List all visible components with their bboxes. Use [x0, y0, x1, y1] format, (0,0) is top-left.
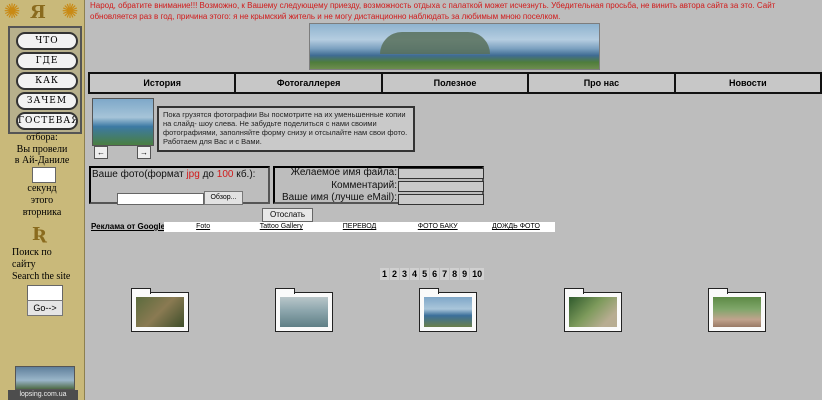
rune-logo-icon: Я [30, 2, 46, 23]
folder-tab [564, 288, 584, 294]
nav-useful[interactable]: Полезное [380, 72, 530, 94]
menu-button-guestbook[interactable]: ГОСТЕВАЯ [16, 112, 78, 130]
photo-thumbnail[interactable] [708, 288, 766, 332]
mountain-shape [380, 32, 490, 54]
search-input[interactable] [27, 285, 63, 301]
sidebar: ✺ Я ✺ ЧТО ГДЕ КАК ЗАЧЕМ ГОСТЕВАЯ отбора:… [0, 0, 85, 400]
page-link[interactable]: 4 [410, 268, 420, 280]
thumbnail-image [569, 297, 617, 327]
menu-button-where[interactable]: ГДЕ [16, 52, 78, 70]
ad-link-rain-foto[interactable]: ДОЖДЬ ФОТО [477, 222, 555, 232]
filename-label: Желаемое имя файла: [290, 167, 397, 178]
folder-tab [708, 288, 728, 294]
pagination: 1 2 3 4 5 6 7 8 9 10 [380, 268, 485, 280]
folder-tab [419, 288, 439, 294]
page-link[interactable]: 9 [460, 268, 470, 280]
main-nav: История Фотогаллерея Полезное Про нас Но… [88, 72, 822, 94]
nav-photogallery[interactable]: Фотогаллерея [234, 72, 383, 94]
filename-input[interactable] [398, 168, 484, 179]
name-label: Ваше имя (лучше eMail): [282, 192, 397, 203]
nav-history[interactable]: История [88, 72, 237, 94]
notice-text: Народ, обратите внимание!!! Возможно, к … [90, 1, 776, 21]
page-link[interactable]: 2 [390, 268, 400, 280]
page-link[interactable]: 10 [470, 268, 485, 280]
name-input[interactable] [398, 194, 484, 205]
thumbnail-image [280, 297, 328, 327]
search-label-ru: Поиск по [12, 247, 52, 258]
folder-tab [131, 288, 151, 294]
search-label-en: Search the site [12, 271, 71, 282]
photo-label: Ваше фото(формат jpg до 100 кб.): [92, 169, 256, 180]
info-text: Пока грузятся фотографии Вы посмотрите н… [157, 106, 415, 152]
comment-label: Комментарий: [331, 180, 397, 191]
day-name-label: вторника [22, 207, 62, 218]
rune-ornament-icon: Ʀ [32, 224, 47, 245]
this-day-label: этого [30, 195, 54, 206]
nav-about[interactable]: Про нас [527, 72, 676, 94]
page-link[interactable]: 6 [430, 268, 440, 280]
ad-link-foto-baku[interactable]: ФОТО БАКУ [399, 222, 477, 232]
seconds-counter [32, 167, 56, 183]
thumbnail-image [136, 297, 184, 327]
site-link[interactable]: lopsing.com.ua [8, 390, 78, 400]
photo-thumbnail[interactable] [275, 288, 333, 332]
slideshow-preview-image[interactable] [92, 98, 154, 146]
photo-thumbnail[interactable] [419, 288, 477, 332]
header-banner-image [309, 23, 600, 70]
menu-box: ЧТО ГДЕ КАК ЗАЧЕМ ГОСТЕВАЯ [8, 26, 82, 134]
slideshow-prev-button[interactable]: ← [94, 146, 108, 159]
thumbnail-image [713, 297, 761, 327]
submit-button[interactable]: Отослать [262, 208, 313, 222]
seconds-label: секунд [27, 183, 57, 194]
folder-tab [275, 288, 295, 294]
thumbnail-image [424, 297, 472, 327]
photo-thumbnail[interactable] [564, 288, 622, 332]
page-link[interactable]: 7 [440, 268, 450, 280]
ad-link-tattoo[interactable]: Tattoo Gallery [242, 222, 320, 232]
menu-button-why[interactable]: ЗАЧЕМ [16, 92, 78, 110]
page-link[interactable]: 8 [450, 268, 460, 280]
ad-link-foto[interactable]: Foto [164, 222, 242, 232]
page-link[interactable]: 5 [420, 268, 430, 280]
menu-button-what[interactable]: ЧТО [16, 32, 78, 50]
sidebar-otbora: отбора: [26, 132, 58, 143]
visited-text: Вы провели [16, 144, 68, 155]
sun-icon: ✺ [3, 1, 21, 23]
page-link[interactable]: 3 [400, 268, 410, 280]
ad-link-translate[interactable]: ПЕРЕВОД [320, 222, 398, 232]
ads-links-bar: Foto Tattoo Gallery ПЕРЕВОД ФОТО БАКУ ДО… [164, 222, 555, 232]
sidebar-banner-thumb[interactable] [15, 366, 75, 390]
menu-button-how[interactable]: КАК [16, 72, 78, 90]
page-link[interactable]: 1 [380, 268, 390, 280]
search-label-ru-2: сайту [12, 259, 36, 270]
comment-input[interactable] [398, 181, 484, 192]
photo-file-input[interactable] [117, 193, 204, 205]
browse-button[interactable]: Обзор... [204, 191, 243, 205]
slideshow-next-button[interactable]: → [137, 146, 151, 159]
search-go-button[interactable]: Go--> [27, 300, 63, 316]
photo-thumbnail[interactable] [131, 288, 189, 332]
nav-news[interactable]: Новости [673, 72, 822, 94]
visited-text-2: в Ай-Даниле [14, 155, 70, 166]
ads-label[interactable]: Реклама от Google [91, 222, 165, 232]
sun-icon: ✺ [61, 1, 79, 23]
